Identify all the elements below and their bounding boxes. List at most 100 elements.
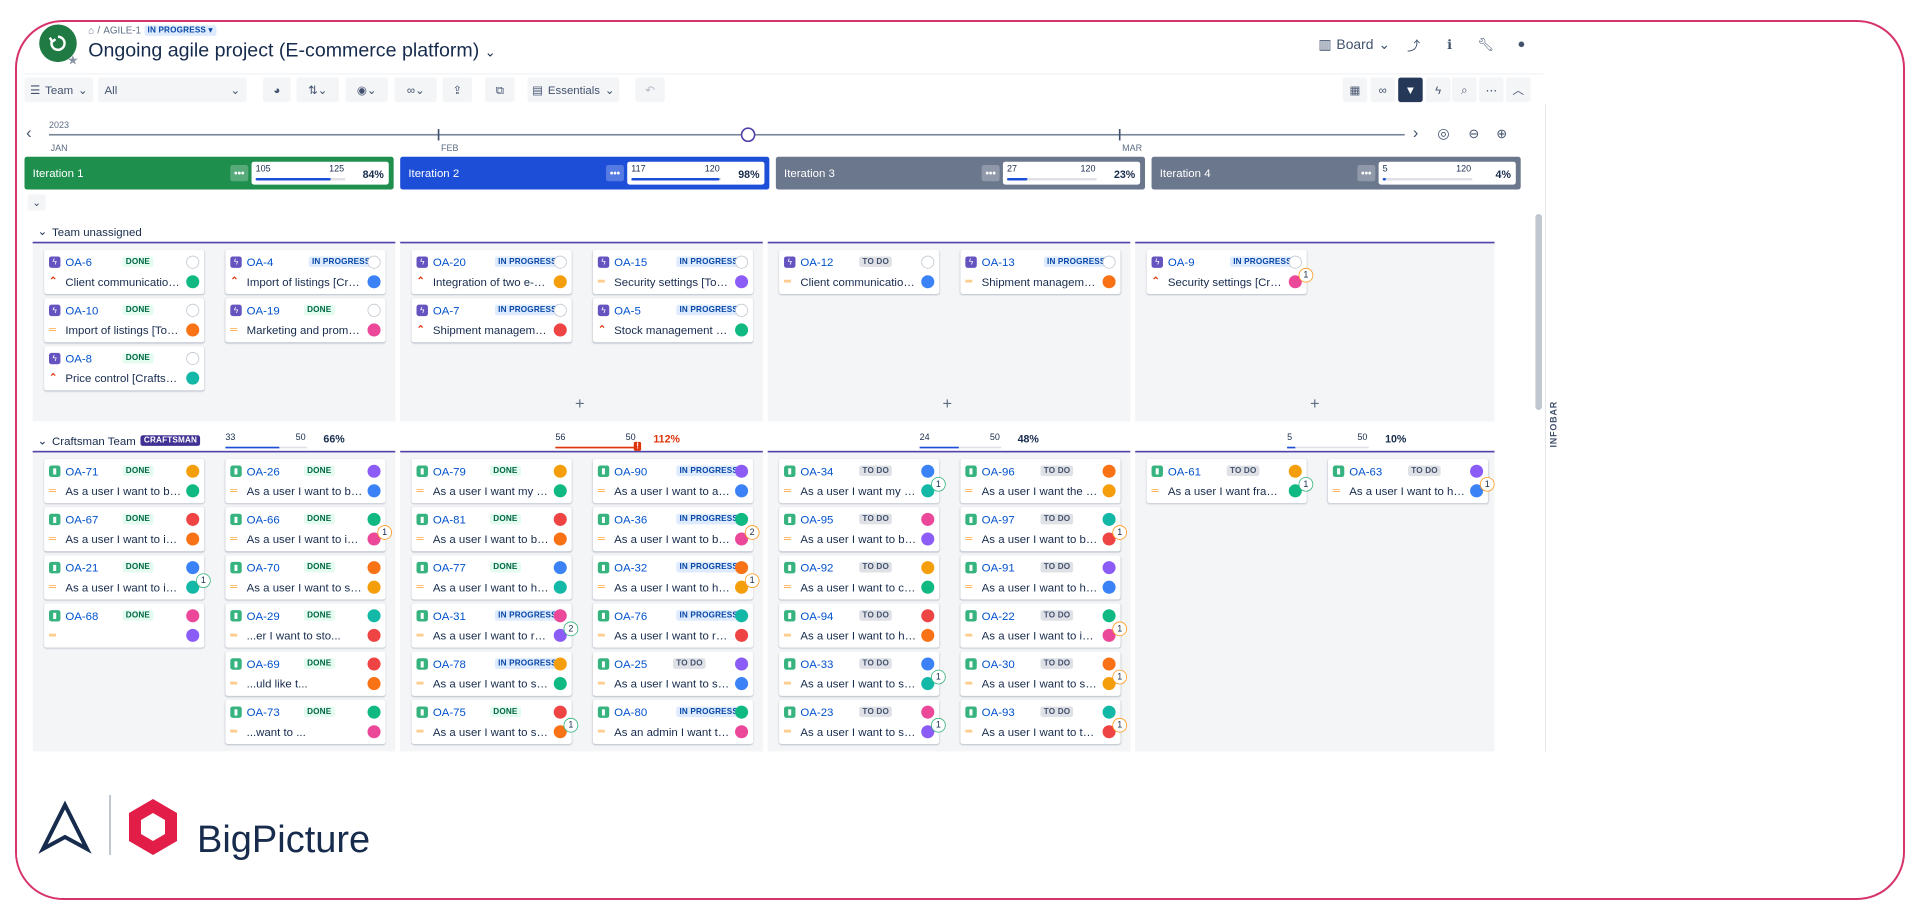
issue-key[interactable]: OA-12 xyxy=(800,256,833,269)
issue-key[interactable]: OA-96 xyxy=(982,465,1015,478)
assignee-avatar[interactable] xyxy=(367,725,381,739)
issue-key[interactable]: OA-30 xyxy=(982,657,1015,670)
issue-card[interactable]: ▮ OA-30 TO DO ═ As a user I want to se... 1 xyxy=(960,651,1128,696)
assignee-avatar[interactable] xyxy=(735,725,749,739)
iteration-header[interactable]: Iteration 2 ••• 117 120 98% xyxy=(400,156,770,190)
issue-card[interactable]: ▮ OA-76 IN PROGRESS ═ As a user I want to re… xyxy=(592,603,753,648)
issue-key[interactable]: OA-33 xyxy=(800,657,833,670)
issue-card[interactable]: ▮ OA-31 IN PROGRESS ═ As a user I want to re… xyxy=(411,603,579,648)
dependency-count[interactable]: 1 xyxy=(377,525,393,540)
issue-key[interactable]: OA-10 xyxy=(65,304,98,317)
add-icon[interactable]: + xyxy=(575,395,585,414)
issue-key[interactable]: OA-94 xyxy=(800,609,833,622)
issue-card[interactable]: ▮ OA-66 DONE ═ As a user I want to im... 1 xyxy=(225,507,393,552)
upload-icon[interactable]: ⇪ xyxy=(442,77,473,103)
issue-card[interactable]: ▮ OA-75 DONE ═ As a user I want to se... 1 xyxy=(411,699,579,745)
issue-card[interactable]: ▮ OA-78 IN PROGRESS ═ As a user I want to se… xyxy=(411,651,572,696)
issue-key[interactable]: OA-90 xyxy=(614,465,647,478)
issue-card[interactable]: ϟ OA-19 DONE ═ Marketing and promot... xyxy=(225,298,386,343)
issue-card[interactable]: ▮ OA-34 TO DO ═ As a user I want my st... 1 xyxy=(779,458,946,504)
target-icon[interactable]: ◎ xyxy=(1437,126,1449,142)
issue-card[interactable]: ▮ OA-73 DONE ═ ...want to ... xyxy=(225,699,386,745)
issue-key[interactable]: OA-91 xyxy=(982,561,1015,574)
team-selector[interactable]: ☰ Team ⌄ xyxy=(24,77,94,103)
assignee-avatar[interactable] xyxy=(186,275,200,289)
issue-key[interactable]: OA-36 xyxy=(614,513,647,526)
issue-card[interactable]: ϟ OA-7 IN PROGRESS ⌃ Shipment manageme... xyxy=(411,298,572,343)
issue-key[interactable]: OA-73 xyxy=(247,706,280,719)
more-icon[interactable]: ••• xyxy=(605,164,624,182)
issue-key[interactable]: OA-79 xyxy=(433,465,466,478)
issue-key[interactable]: OA-69 xyxy=(247,657,280,670)
assignee-avatar[interactable] xyxy=(367,484,381,498)
filter-icon[interactable]: ▼ xyxy=(1398,77,1423,103)
issue-card[interactable]: ϟ OA-15 IN PROGRESS ═ Security settings [Too… xyxy=(592,249,753,295)
assignee-avatar[interactable] xyxy=(735,484,749,498)
issue-key[interactable]: OA-31 xyxy=(433,609,466,622)
issue-key[interactable]: OA-76 xyxy=(614,609,647,622)
assignee-avatar[interactable] xyxy=(921,628,935,642)
issue-card[interactable]: ▮ OA-94 TO DO ═ As a user I want to ha... xyxy=(779,603,940,648)
lane-header-craftsman[interactable]: ⌄ Craftsman Team CRAFTSMAN xyxy=(38,434,201,448)
issue-key[interactable]: OA-4 xyxy=(247,256,274,269)
issue-key[interactable]: OA-61 xyxy=(1168,465,1201,478)
issue-card[interactable]: ▮ OA-63 TO DO ═ As a user I want to ha... 1 xyxy=(1327,458,1495,504)
issue-key[interactable]: OA-66 xyxy=(247,513,280,526)
chevron-right-icon[interactable]: › xyxy=(1413,124,1418,143)
sort-icon[interactable]: ⇅⌄ xyxy=(296,77,339,103)
assignee-avatar[interactable] xyxy=(735,628,749,642)
more-icon[interactable]: ••• xyxy=(1357,164,1376,182)
issue-card[interactable]: ▮ OA-77 DONE ═ As a user I want to ha... xyxy=(411,555,572,600)
assignee-avatar[interactable] xyxy=(921,580,935,594)
issue-key[interactable]: OA-20 xyxy=(433,256,466,269)
assignee-avatar[interactable] xyxy=(735,677,749,691)
issue-card[interactable]: ▮ OA-70 DONE ═ As a user I want to se... xyxy=(225,555,386,600)
assignee-avatar[interactable] xyxy=(367,323,381,337)
issue-key[interactable]: OA-81 xyxy=(433,513,466,526)
wrench-icon[interactable]: 🔧︎ xyxy=(1473,33,1498,58)
dependency-count[interactable]: 1 xyxy=(931,669,946,685)
today-marker[interactable] xyxy=(740,127,756,143)
dependency-count[interactable]: 2 xyxy=(744,525,760,540)
issue-card[interactable]: ϟ OA-12 TO DO ═ Client communication... xyxy=(779,249,940,295)
status-badge[interactable]: IN PROGRESS ▾ xyxy=(144,24,217,36)
issue-card[interactable]: ▮ OA-91 TO DO ═ As a user I want to ha... xyxy=(960,555,1121,600)
more-icon[interactable]: ••• xyxy=(981,164,1000,182)
issue-card[interactable]: ▮ OA-93 TO DO ═ As a user I want to tra... 1 xyxy=(960,699,1128,745)
link-icon[interactable]: ∞⌄ xyxy=(394,77,437,103)
issue-key[interactable]: OA-32 xyxy=(614,561,647,574)
assignee-avatar[interactable] xyxy=(1102,580,1116,594)
assignee-avatar[interactable] xyxy=(1102,275,1116,289)
issue-card[interactable]: ▮ OA-80 IN PROGRESS ═ As an admin I want to … xyxy=(592,699,753,745)
collapse-icon[interactable]: ︿ xyxy=(1505,77,1531,103)
issue-key[interactable]: OA-7 xyxy=(433,304,460,317)
issue-card[interactable]: ϟ OA-8 DONE ⌃ Price control [Craftsm... xyxy=(44,346,205,391)
issue-key[interactable]: OA-70 xyxy=(247,561,280,574)
issue-card[interactable]: ▮ OA-36 IN PROGRESS ═ As a user I want to be… xyxy=(592,507,760,552)
dependency-count[interactable]: 1 xyxy=(1112,621,1128,637)
iteration-header[interactable]: Iteration 4 ••• 5 120 4% xyxy=(1151,156,1521,190)
home-icon[interactable]: ⌂ xyxy=(88,25,94,36)
assignee-avatar[interactable] xyxy=(553,275,567,289)
issue-key[interactable]: OA-22 xyxy=(982,609,1015,622)
timeline[interactable]: ‹ 2023 JAN FEB MAR › ◎ ⊖ ⊕ xyxy=(25,121,1536,155)
page-title[interactable]: Ongoing agile project (E-commerce platfo… xyxy=(88,39,495,62)
issue-card[interactable]: ϟ OA-10 DONE ═ Import of listings [Too... xyxy=(44,298,205,343)
issue-key[interactable]: OA-29 xyxy=(247,609,280,622)
link-icon[interactable]: ∞ xyxy=(1370,77,1395,103)
issue-card[interactable]: ▮ OA-96 TO DO ═ As a user I want the pl... xyxy=(960,458,1121,504)
dependency-count[interactable]: 1 xyxy=(931,717,946,733)
assignee-avatar[interactable] xyxy=(553,580,567,594)
issue-card[interactable]: ▮ OA-22 TO DO ═ As a user I want to im... 1 xyxy=(960,603,1128,648)
share-icon[interactable]: ⤴ xyxy=(1401,33,1426,58)
essentials-selector[interactable]: ▤ Essentials ⌄ xyxy=(527,77,620,103)
issue-key[interactable]: OA-34 xyxy=(800,465,833,478)
issue-card[interactable]: ▮ OA-61 TO DO ═ As a user I want fraud ... 1 xyxy=(1146,458,1314,504)
issue-key[interactable]: OA-5 xyxy=(614,304,641,317)
iteration-header[interactable]: Iteration 3 ••• 27 120 23% xyxy=(775,156,1146,190)
issue-key[interactable]: OA-6 xyxy=(65,256,92,269)
issue-key[interactable]: OA-93 xyxy=(982,706,1015,719)
issue-card[interactable]: ▮ OA-23 TO DO ═ As a user I want to sp... 1 xyxy=(779,699,946,745)
add-icon[interactable]: + xyxy=(942,395,952,414)
dependency-count[interactable]: 1 xyxy=(563,717,579,733)
